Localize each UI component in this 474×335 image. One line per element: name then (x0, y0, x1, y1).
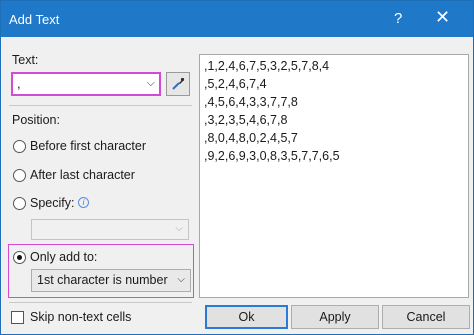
radio-specify[interactable] (13, 197, 26, 210)
radio-only-add-to[interactable] (13, 251, 26, 264)
add-text-dialog: Add Text ? ✕ Text: , ⌵ Position: Before … (0, 0, 474, 335)
specify-label[interactable]: Specify: (30, 196, 74, 210)
chevron-down-icon[interactable]: ⌵ (175, 223, 183, 234)
position-label: Position: (12, 113, 60, 127)
skip-non-text-label[interactable]: Skip non-text cells (30, 310, 131, 324)
text-label: Text: (12, 53, 39, 67)
preview-line: ,5,2,4,6,7,4 (204, 77, 267, 91)
radio-after-last-character[interactable] (13, 169, 26, 182)
preview-line: ,9,2,6,9,3,0,8,3,5,7,7,6,5 (204, 149, 340, 163)
title-bar[interactable]: Add Text ? ✕ (1, 1, 473, 37)
info-icon[interactable]: i (78, 197, 89, 208)
cancel-button[interactable]: Cancel (382, 305, 470, 329)
eyedropper-icon (172, 77, 185, 90)
divider (9, 302, 192, 303)
only-add-to-select[interactable]: 1st character is number ⌵ (31, 269, 191, 292)
ok-button[interactable]: Ok (205, 305, 288, 329)
specify-position-combo[interactable]: ⌵ (31, 219, 189, 240)
preview-line: ,8,0,4,8,0,2,4,5,7 (204, 131, 298, 145)
help-button[interactable]: ? (394, 10, 402, 27)
only-add-to-label[interactable]: Only add to: (30, 250, 97, 264)
chevron-down-icon[interactable]: ⌵ (147, 77, 155, 90)
before-first-character-label[interactable]: Before first character (30, 139, 146, 153)
chevron-down-icon[interactable]: ⌵ (177, 274, 185, 285)
after-last-character-label[interactable]: After last character (30, 168, 135, 182)
preview-line: ,3,2,3,5,4,6,7,8 (204, 113, 288, 127)
preview-pane[interactable]: ,1,2,4,6,7,5,3,2,5,7,8,4 ,5,2,4,6,7,4 ,4… (199, 54, 469, 298)
only-add-to-value: 1st character is number (37, 273, 168, 287)
preview-line: ,1,2,4,6,7,5,3,2,5,7,8,4 (204, 59, 330, 73)
text-input-combo[interactable]: , ⌵ (11, 72, 161, 96)
divider (9, 105, 192, 106)
skip-non-text-checkbox[interactable] (11, 311, 24, 324)
window-title: Add Text (9, 12, 60, 27)
text-input-value: , (17, 76, 21, 91)
preview-line: ,4,5,6,4,3,3,7,7,8 (204, 95, 298, 109)
radio-before-first-character[interactable] (13, 140, 26, 153)
eyedropper-button[interactable] (166, 72, 190, 96)
apply-button[interactable]: Apply (291, 305, 379, 329)
close-button[interactable]: ✕ (435, 7, 450, 28)
